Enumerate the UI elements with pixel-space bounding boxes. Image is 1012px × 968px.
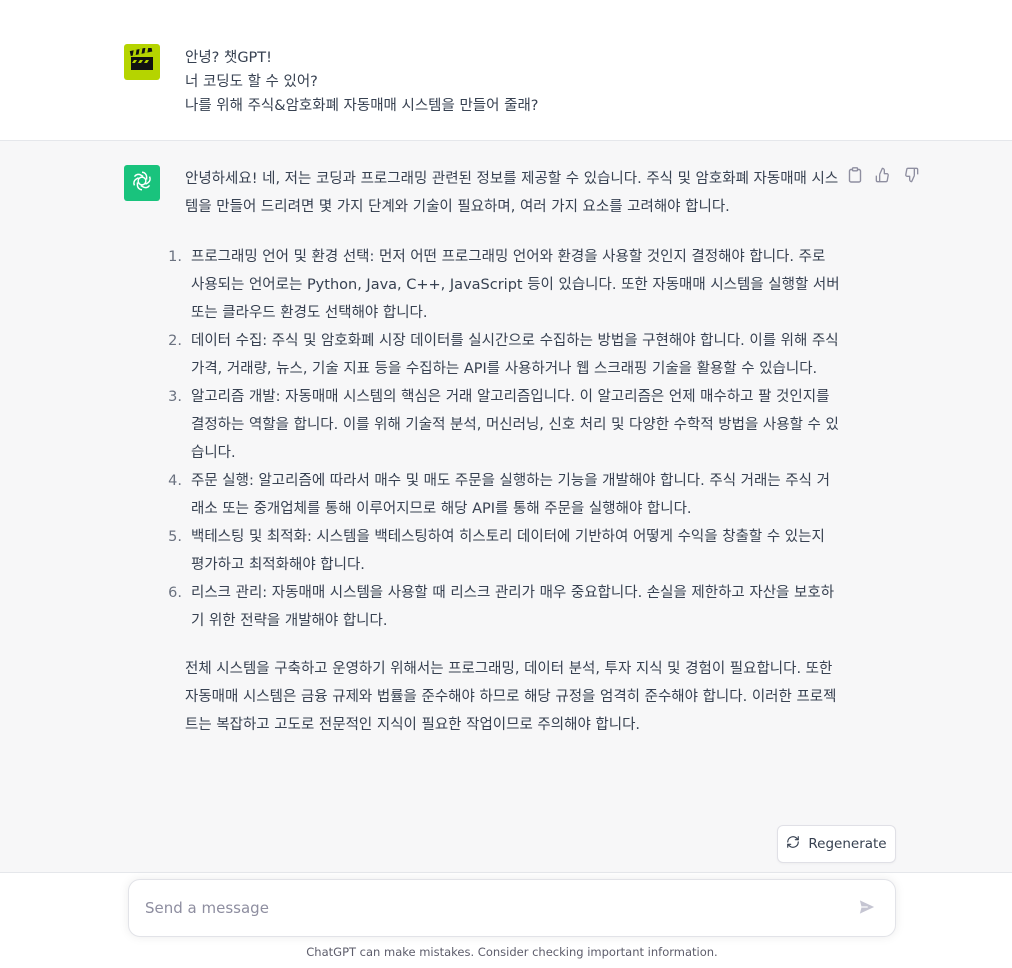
thumbs-up-icon <box>875 167 891 187</box>
copy-button[interactable] <box>846 167 864 187</box>
list-item-text: 리스크 관리: 자동매매 시스템을 사용할 때 리스크 관리가 매우 중요합니다… <box>191 585 835 629</box>
clapperboard-icon <box>129 46 155 76</box>
message-actions <box>846 167 920 187</box>
assistant-avatar <box>124 165 160 201</box>
list-item-text: 프로그래밍 언어 및 환경 선택: 먼저 어떤 프로그래밍 언어와 환경을 사용… <box>191 249 840 321</box>
regenerate-label: Regenerate <box>808 836 887 852</box>
list-item-text: 주문 실행: 알고리즘에 따라서 매수 및 매도 주문을 실행하는 기능을 개발… <box>191 473 830 517</box>
message-composer <box>128 879 896 937</box>
list-item: 2. 데이터 수집: 주식 및 암호화폐 시장 데이터를 실시간으로 수집하는 방… <box>168 327 840 383</box>
list-item-text: 데이터 수집: 주식 및 암호화폐 시장 데이터를 실시간으로 수집하는 방법을… <box>191 333 839 377</box>
list-number: 6. <box>168 585 182 601</box>
thumbs-down-icon <box>903 167 919 187</box>
composer-area: ChatGPT can make mistakes. Consider chec… <box>0 873 1012 968</box>
send-icon <box>858 898 876 920</box>
user-line: 나를 위해 주식&암호화폐 자동매매 시스템을 만들어 줄래? <box>185 98 539 114</box>
user-avatar <box>124 44 160 80</box>
assistant-outro: 전체 시스템을 구축하고 운영하기 위해서는 프로그래밍, 데이터 분석, 투자… <box>185 661 837 733</box>
list-item: 5. 백테스팅 및 최적화: 시스템을 백테스팅하여 히스토리 데이터에 기반하여… <box>168 523 840 579</box>
copy-icon <box>848 167 862 187</box>
list-number: 2. <box>168 333 182 349</box>
list-item-text: 알고리즘 개발: 자동매매 시스템의 핵심은 거래 알고리즘입니다. 이 알고리… <box>191 389 839 461</box>
list-item: 4. 주문 실행: 알고리즘에 따라서 매수 및 매도 주문을 실행하는 기능을 … <box>168 467 840 523</box>
list-item: 3. 알고리즘 개발: 자동매매 시스템의 핵심은 거래 알고리즘입니다. 이 알… <box>168 383 840 467</box>
list-number: 3. <box>168 389 182 405</box>
refresh-icon <box>786 835 800 853</box>
send-button[interactable] <box>855 897 879 921</box>
thumbs-up-button[interactable] <box>874 167 892 187</box>
openai-logo-icon <box>131 170 153 196</box>
assistant-intro: 안녕하세요! 네, 저는 코딩과 프로그래밍 관련된 정보를 제공할 수 있습니… <box>185 171 839 215</box>
regenerate-button[interactable]: Regenerate <box>777 825 896 863</box>
user-line: 너 코딩도 할 수 있어? <box>185 74 318 90</box>
list-number: 4. <box>168 473 182 489</box>
user-line: 안녕? 챗GPT! <box>185 50 272 66</box>
list-item: 1. 프로그래밍 언어 및 환경 선택: 먼저 어떤 프로그래밍 언어와 환경을 … <box>168 243 840 327</box>
list-item: 6. 리스크 관리: 자동매매 시스템을 사용할 때 리스크 관리가 매우 중요합… <box>168 579 840 635</box>
list-number: 1. <box>168 249 182 265</box>
list-item-text: 백테스팅 및 최적화: 시스템을 백테스팅하여 히스토리 데이터에 기반하여 어… <box>191 529 825 573</box>
list-number: 5. <box>168 529 182 545</box>
top-header-bar <box>0 0 1012 18</box>
steps-list: 1. 프로그래밍 언어 및 환경 선택: 먼저 어떤 프로그래밍 언어와 환경을 … <box>168 243 840 635</box>
message-input[interactable] <box>145 880 835 936</box>
user-message-row: 안녕? 챗GPT! 너 코딩도 할 수 있어? 나를 위해 주식&암호화폐 자동… <box>0 18 1012 141</box>
assistant-message-row: 안녕하세요! 네, 저는 코딩과 프로그래밍 관련된 정보를 제공할 수 있습니… <box>0 141 1012 873</box>
disclaimer-text: ChatGPT can make mistakes. Consider chec… <box>306 945 718 959</box>
thumbs-down-button[interactable] <box>902 167 920 187</box>
user-message-text: 안녕? 챗GPT! 너 코딩도 할 수 있어? 나를 위해 주식&암호화폐 자동… <box>185 46 835 118</box>
assistant-message-text: 안녕하세요! 네, 저는 코딩과 프로그래밍 관련된 정보를 제공할 수 있습니… <box>168 165 840 739</box>
